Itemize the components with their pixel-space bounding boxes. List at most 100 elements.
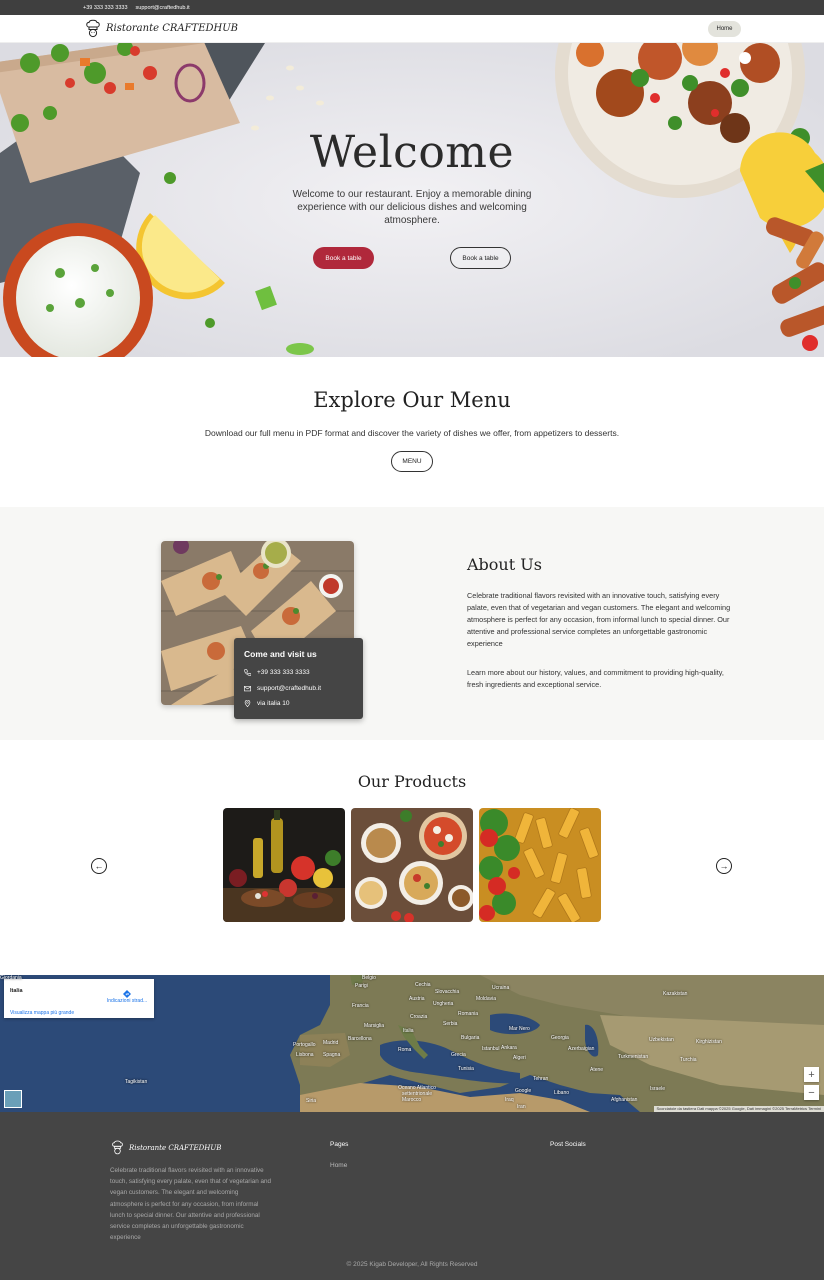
map-label: Oceano Atlantico settentrionale — [398, 1085, 436, 1097]
nav-home-button[interactable]: Home — [708, 21, 741, 37]
carousel-next-arrow-icon[interactable]: → — [716, 858, 732, 874]
map-label: Ucraina — [492, 985, 510, 991]
about-title: About Us — [467, 555, 542, 574]
map-label: Siria — [306, 1098, 317, 1104]
hero-subtitle: Welcome to our restaurant. Enjoy a memor… — [292, 189, 532, 226]
brand-name: Ristorante CRAFTEDHUB — [106, 23, 239, 34]
about-paragraph-2: Learn more about our history, values, an… — [467, 668, 724, 689]
map-directions-label: Indicazioni strad... — [106, 998, 148, 1004]
map-label: Turchia — [680, 1057, 697, 1063]
map-label: Austria — [409, 996, 425, 1002]
map-label: Kirghizistan — [696, 1039, 722, 1045]
directions-icon — [123, 990, 131, 998]
map-label: Turkmenistan — [618, 1054, 649, 1060]
map-label: Marocco — [402, 1097, 422, 1103]
topbar-phone[interactable]: +39 333 333 3333 — [83, 5, 128, 11]
map-label: Tagikistan — [125, 1079, 148, 1085]
copyright: © 2025 Kigab Developer, All Rights Reser… — [346, 1261, 478, 1268]
footer-pages-heading: Pages — [330, 1141, 349, 1148]
map-larger-link[interactable]: Visualizza mappa più grande — [10, 1010, 74, 1016]
contact-address-row[interactable]: via italia 10 — [244, 696, 353, 712]
map-label: Afghanistan — [611, 1097, 638, 1103]
top-contact-bar: +39 333 333 3333 support@craftedhub.it — [0, 0, 824, 15]
map-label: Belgio — [362, 975, 376, 981]
chef-hat-icon — [86, 19, 100, 38]
map-label: Italia — [403, 1028, 414, 1034]
map-label: Tunisia — [458, 1066, 474, 1072]
map-label: Bulgaria — [461, 1035, 480, 1041]
map-label: Marsiglia — [364, 1023, 385, 1029]
chef-hat-icon — [112, 1140, 123, 1155]
map-label: Lisbona — [296, 1052, 314, 1058]
carousel-prev-arrow-icon[interactable]: ← — [91, 858, 107, 874]
map-info-card: Italia Indicazioni strad... Visualizza m… — [4, 979, 154, 1018]
map-label: Istanbul — [482, 1046, 500, 1052]
menu-download-button[interactable]: MENU — [391, 451, 433, 472]
book-table-secondary-button[interactable]: Book a table — [450, 247, 511, 269]
map-label: Ungheria — [433, 1001, 454, 1007]
products-title: Our Products — [357, 772, 467, 791]
map-label: Google — [515, 1088, 532, 1094]
contact-phone-row[interactable]: +39 333 333 3333 — [244, 665, 353, 681]
map-label: Georgia — [551, 1035, 569, 1041]
book-table-primary-button[interactable]: Book a table — [313, 247, 374, 269]
map-label: Barcellona — [348, 1036, 372, 1042]
hero-section: Welcome Welcome to our restaurant. Enjoy… — [0, 43, 824, 357]
zoom-out-button[interactable]: − — [804, 1085, 819, 1100]
map-label: Moldavia — [476, 996, 497, 1002]
footer-socials-heading: Post Socials — [550, 1141, 586, 1148]
phone-icon — [244, 669, 251, 676]
about-paragraph-1: Celebrate traditional flavors revisited … — [467, 591, 731, 648]
footer-logo[interactable]: Ristorante CRAFTEDHUB — [112, 1140, 221, 1155]
satellite-toggle[interactable] — [4, 1090, 22, 1108]
contact-email-row[interactable]: support@craftedhub.it — [244, 681, 353, 697]
map-label: Uzbekistan — [649, 1037, 674, 1043]
product-card-pizza-pasta[interactable] — [351, 808, 473, 922]
navbar: Ristorante CRAFTEDHUB Home — [0, 15, 824, 43]
contact-card: Come and visit us +39 333 333 3333 suppo… — [234, 638, 363, 719]
menu-section-title: Explore Our Menu — [313, 388, 511, 412]
map-label: Spagna — [323, 1052, 341, 1058]
footer: Ristorante CRAFTEDHUB Celebrate traditio… — [0, 1112, 824, 1280]
map-directions-link[interactable]: Indicazioni strad... — [102, 990, 152, 1004]
footer-brand: Ristorante CRAFTEDHUB — [129, 1143, 222, 1152]
map-label: Portogallo — [293, 1042, 316, 1048]
map-label: Mar Nero — [509, 1026, 530, 1032]
topbar-email[interactable]: support@craftedhub.it — [136, 5, 190, 11]
about-section: Come and visit us +39 333 333 3333 suppo… — [0, 507, 824, 740]
map-label: Iran — [517, 1104, 526, 1110]
map-label: Ankara — [501, 1045, 517, 1051]
map-label: Azerbaigian — [568, 1046, 595, 1052]
contact-address: via italia 10 — [257, 700, 290, 708]
contact-card-title: Come and visit us — [244, 649, 317, 659]
map-label: Slovacchia — [435, 989, 460, 995]
google-map[interactable]: Italia Indicazioni strad... Visualizza m… — [0, 975, 824, 1112]
product-card-vegetables[interactable] — [223, 808, 345, 922]
map-label: Tehran — [533, 1076, 549, 1082]
map-place-name: Italia — [10, 988, 23, 994]
map-label: Serbia — [443, 1021, 458, 1027]
map-label: Roma — [398, 1047, 412, 1053]
map-label: Romania — [458, 1011, 479, 1017]
contact-email: support@craftedhub.it — [257, 684, 322, 692]
map-label: Giordania — [0, 975, 22, 981]
footer-home-link[interactable]: Home — [330, 1162, 347, 1169]
product-card-penne[interactable] — [479, 808, 601, 922]
map-label: Atene — [590, 1067, 604, 1073]
footer-description: Celebrate traditional flavors revisited … — [110, 1167, 272, 1242]
map-label: Cechia — [415, 982, 431, 988]
brand-logo[interactable]: Ristorante CRAFTEDHUB — [86, 19, 238, 38]
map-label: Francia — [352, 1003, 369, 1009]
map-label: Iraq — [505, 1097, 514, 1103]
contact-phone: +39 333 333 3333 — [257, 669, 310, 677]
location-pin-icon — [244, 700, 251, 708]
mail-icon — [244, 685, 251, 692]
map-label: Grecia — [451, 1052, 466, 1058]
map-label: Parigi — [355, 983, 368, 989]
map-label: Madrid — [323, 1040, 339, 1046]
map-label: Algeri — [513, 1055, 526, 1061]
zoom-in-button[interactable]: + — [804, 1067, 819, 1082]
map-label: Croazia — [410, 1014, 428, 1020]
map-label: Kazakistan — [663, 991, 688, 997]
menu-section-subtitle: Download our full menu in PDF format and… — [204, 428, 620, 438]
